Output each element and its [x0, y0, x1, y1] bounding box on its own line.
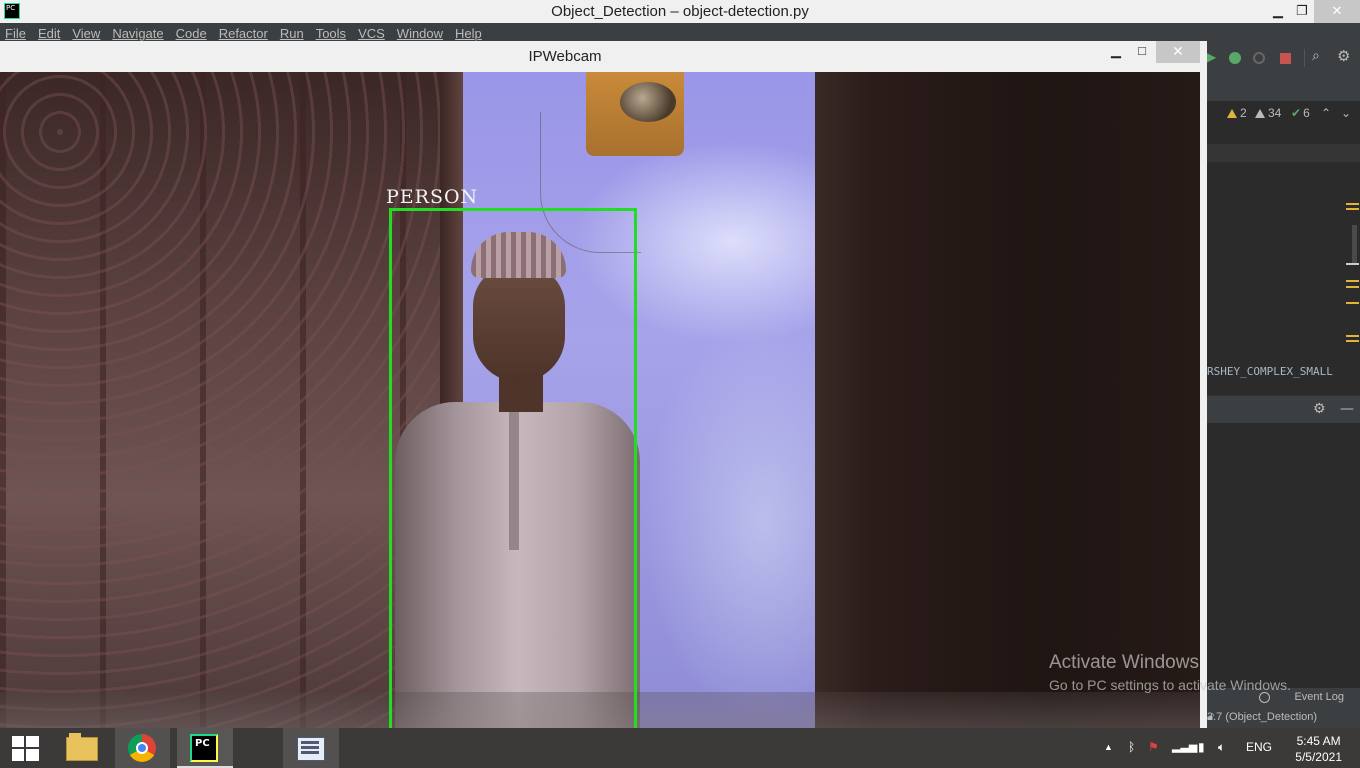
menu-edit[interactable]: Edit	[32, 26, 66, 41]
activate-title: Activate Windows	[1049, 652, 1199, 673]
pycharm-window-controls: ▁ ❐ ✕	[1266, 0, 1360, 23]
activate-subtitle: Go to PC settings to activate Windows.	[1049, 677, 1291, 693]
ok-count[interactable]: ✔ 6	[1291, 106, 1310, 120]
clock[interactable]: 5:45 AM 5/5/2021	[1295, 733, 1342, 765]
signal-icon[interactable]: ▂▃▅	[1172, 740, 1197, 753]
taskbar-pycharm[interactable]: PC	[177, 728, 233, 768]
menu-tools[interactable]: Tools	[310, 26, 352, 41]
menu-refactor[interactable]: Refactor	[213, 26, 274, 41]
show-hidden-icons-icon[interactable]: ▲	[1104, 742, 1113, 752]
ipwebcam-titlebar[interactable]: IPWebcam ▁ □ ✕	[0, 41, 1207, 72]
error-stripe-mark[interactable]	[1346, 280, 1359, 282]
chrome-icon	[128, 734, 156, 762]
weak-warning-count[interactable]: 34	[1255, 106, 1281, 120]
previous-highlight-icon[interactable]: ⌃	[1321, 106, 1331, 120]
restore-button[interactable]: ❐	[1290, 0, 1314, 23]
run-console[interactable]	[1207, 423, 1360, 688]
warning-count[interactable]: 2	[1227, 106, 1247, 120]
ipwebcam-window-title: IPWebcam	[528, 48, 602, 65]
taskbar-file-explorer[interactable]	[57, 728, 105, 768]
taskbar-ipwebcam[interactable]	[283, 728, 339, 768]
gear-icon[interactable]: ⚙	[1313, 401, 1326, 417]
menu-window[interactable]: Window	[391, 26, 449, 41]
menu-file[interactable]: File	[0, 26, 32, 41]
menu-code[interactable]: Code	[170, 26, 213, 41]
menu-help[interactable]: Help	[449, 26, 488, 41]
gear-icon[interactable]: ⚙	[1337, 47, 1353, 65]
volume-icon[interactable]: 🔈︎	[1218, 740, 1225, 755]
windows-logo-icon	[12, 736, 39, 761]
stop-icon[interactable]	[1280, 53, 1291, 64]
maximize-button[interactable]: □	[1130, 41, 1154, 63]
warning-icon	[1227, 109, 1237, 118]
pycharm-titlebar: Object_Detection – object-detection.py ▁…	[0, 0, 1360, 23]
error-stripe-mark[interactable]	[1346, 302, 1359, 304]
clock-date: 5/5/2021	[1295, 750, 1342, 764]
event-log-button[interactable]: Event Log	[1294, 691, 1344, 703]
detection-label: PERSON	[386, 186, 479, 208]
taskbar-chrome[interactable]	[115, 728, 170, 768]
error-stripe-mark[interactable]	[1346, 286, 1359, 288]
code-editor[interactable]: RSHEY_COMPLEX_SMALL	[1207, 125, 1360, 395]
inspection-widget[interactable]: 2 34 ✔ 6 ⌃ ⌄	[1207, 101, 1360, 125]
menu-run[interactable]: Run	[274, 26, 310, 41]
menu-view[interactable]: View	[66, 26, 106, 41]
weak-warning-icon	[1255, 109, 1265, 118]
coverage-icon[interactable]	[1253, 52, 1265, 64]
check-icon: ✔	[1291, 106, 1302, 120]
pycharm-window-title: Object_Detection – object-detection.py	[551, 3, 809, 20]
network-error-icon[interactable]: ⚑	[1148, 740, 1159, 754]
current-line-highlight	[1207, 144, 1360, 162]
system-tray: ▲ ᛒ ⚑ ▂▃▅ ▮ 🔈︎ ENG 5:45 AM 5/5/2021	[1100, 728, 1360, 768]
folder-icon	[66, 733, 98, 761]
debug-icon[interactable]	[1229, 52, 1241, 64]
lock-icon[interactable]: 🔓︎	[1207, 711, 1350, 724]
window-app-icon	[297, 737, 325, 761]
close-button[interactable]: ✕	[1314, 0, 1360, 23]
hide-panel-icon[interactable]: —	[1340, 401, 1354, 417]
menu-bar: File Edit View Navigate Code Refactor Ru…	[0, 23, 1360, 43]
dark-doorway	[815, 72, 1200, 728]
language-indicator[interactable]: ENG	[1246, 740, 1272, 754]
toolbar-divider	[1304, 49, 1305, 67]
search-icon[interactable]: ⌕	[1312, 48, 1328, 64]
editor-tabs-area	[1207, 73, 1360, 101]
run-panel-header: ⚙ —	[1207, 395, 1360, 424]
clock-time: 5:45 AM	[1296, 734, 1341, 748]
run-toolbar: ▶ ⌕ ⚙	[1207, 43, 1360, 73]
code-line: RSHEY_COMPLEX_SMALL	[1207, 365, 1333, 378]
event-log-icon	[1259, 692, 1270, 703]
ipwebcam-window: IPWebcam ▁ □ ✕ PERSON	[0, 41, 1207, 728]
error-stripe-mark[interactable]	[1346, 263, 1359, 265]
minimize-button[interactable]: ▁	[1266, 0, 1290, 23]
menu-vcs[interactable]: VCS	[352, 26, 391, 41]
error-stripe-mark[interactable]	[1346, 203, 1359, 205]
wall-fixture	[620, 82, 676, 122]
error-stripe-mark[interactable]	[1346, 208, 1359, 210]
taskbar: PC ▲ ᛒ ⚑ ▂▃▅ ▮ 🔈︎ ENG 5:45 AM 5/5/2021	[0, 728, 1360, 768]
close-button[interactable]: ✕	[1156, 41, 1200, 63]
run-icon[interactable]: ▶	[1207, 50, 1223, 66]
error-stripe-mark[interactable]	[1346, 335, 1359, 337]
minimize-button[interactable]: ▁	[1104, 41, 1128, 63]
webcam-frame: PERSON	[0, 72, 1200, 728]
start-button[interactable]	[0, 728, 50, 768]
detection-bounding-box	[389, 208, 637, 728]
status-bar: 3.7 (Object_Detection) 🔓︎	[1207, 708, 1360, 728]
pycharm-icon: PC	[190, 734, 218, 762]
menu-navigate[interactable]: Navigate	[106, 26, 169, 41]
error-stripe-mark[interactable]	[1346, 340, 1359, 342]
battery-icon[interactable]: ▮	[1198, 740, 1205, 754]
next-highlight-icon[interactable]: ⌄	[1341, 106, 1351, 120]
bluetooth-icon[interactable]: ᛒ	[1128, 740, 1135, 754]
activate-windows-watermark: Activate Windows Go to PC settings to ac…	[1049, 652, 1291, 693]
editor-scrollbar[interactable]	[1352, 225, 1357, 265]
